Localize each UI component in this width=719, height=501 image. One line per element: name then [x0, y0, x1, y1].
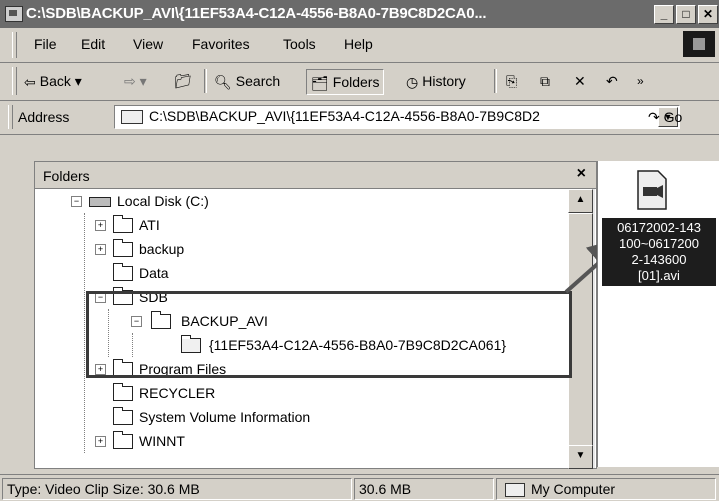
- status-zone: My Computer: [496, 478, 716, 500]
- status-bar: Type: Video Clip Size: 30.6 MB 30.6 MB M…: [0, 474, 719, 501]
- file-view-pane: 06172002-143 100~0617200 2-143600 [01].a…: [597, 161, 719, 467]
- status-size: 30.6 MB: [354, 478, 494, 500]
- computer-icon: [505, 483, 525, 498]
- explorer-window: C:\SDB\BACKUP_AVI\{11EF53A4-C12A-4556-B8…: [0, 0, 719, 501]
- status-info: Type: Video Clip Size: 30.6 MB: [2, 478, 352, 500]
- status-zone-label: My Computer: [531, 481, 616, 497]
- file-name-label[interactable]: 06172002-143 100~0617200 2-143600 [01].a…: [602, 218, 716, 286]
- video-clip-icon: [637, 170, 667, 210]
- file-item[interactable]: [634, 169, 670, 211]
